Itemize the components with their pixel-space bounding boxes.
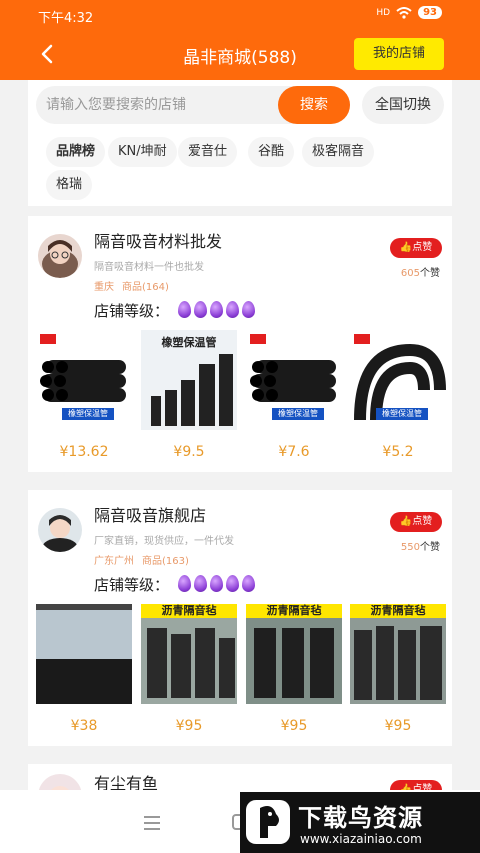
shop-card[interactable]: 隔音吸音旗舰店 厂家直销，现货供应，一件代发 广东广州 商品(163) 👍点赞 5… <box>28 490 452 746</box>
level-gem-icon <box>194 575 207 592</box>
product-item[interactable]: 橡塑保温管 ¥9.5 <box>141 330 237 460</box>
wifi-icon <box>396 6 412 19</box>
shop-level-label: 店铺等级： <box>94 302 170 320</box>
thumbs-up-icon: 👍 <box>399 242 413 253</box>
status-bar: 下午4:32 HD 93 <box>0 0 480 30</box>
product-image: 橡塑保温管 <box>36 330 132 430</box>
level-gem-icon <box>226 301 239 318</box>
product-image <box>36 604 132 704</box>
product-item[interactable]: 橡塑保温管 ¥7.6 <box>246 330 342 460</box>
like-count: 605个赞 <box>401 264 440 279</box>
product-banner: 橡塑保温管 <box>376 408 428 420</box>
product-price: ¥38 <box>70 718 98 734</box>
product-image: 橡塑保温管 <box>246 330 342 430</box>
battery-icon: 93 <box>418 6 442 19</box>
bird-logo-icon <box>246 800 290 844</box>
shop-avatar <box>38 234 82 278</box>
product-item[interactable]: 沥青隔音毡 ¥95 <box>246 604 342 734</box>
shop-description: 隔音吸音材料一件也批发 <box>94 262 204 273</box>
product-price: ¥13.62 <box>59 444 109 460</box>
shop-description: 厂家直销，现货供应，一件代发 <box>94 536 234 547</box>
nav-bar: 晶非商城(588) 我的店铺 <box>0 30 480 80</box>
level-gem-icon <box>178 575 191 592</box>
product-item[interactable]: ¥38 <box>36 604 132 734</box>
product-item[interactable]: 沥青隔音毡 ¥95 <box>350 604 446 734</box>
brand-chip-gerui[interactable]: 格瑞 <box>46 170 93 200</box>
product-price: ¥95 <box>175 718 203 734</box>
shop-card[interactable]: 隔音吸音材料批发 隔音吸音材料一件也批发 重庆 商品(164) 👍点赞 605个赞… <box>28 216 452 472</box>
product-banner: 橡塑保温管 <box>62 408 114 420</box>
product-price: ¥5.2 <box>382 444 414 460</box>
like-button-label: 点赞 <box>412 516 433 527</box>
product-price: ¥9.5 <box>173 444 205 460</box>
watermark-logo: 下载鸟资源 www.xiazainiao.com <box>240 792 480 853</box>
brand-tag-icon <box>40 334 56 344</box>
brand-chip-kn[interactable]: KN/坤耐 <box>108 137 177 167</box>
like-count-number: 550 <box>400 542 420 553</box>
product-item[interactable]: 沥青隔音毡 ¥95 <box>141 604 237 734</box>
like-count: 550个赞 <box>401 538 440 553</box>
product-banner: 橡塑保温管 <box>272 408 324 420</box>
shop-level-label: 店铺等级： <box>94 576 170 594</box>
status-time: 下午4:32 <box>38 11 94 26</box>
product-price: ¥95 <box>384 718 412 734</box>
search-input[interactable] <box>46 86 276 124</box>
menu-icon[interactable] <box>144 816 160 830</box>
level-gem-icon <box>194 301 207 318</box>
shop-level-gems <box>178 575 255 592</box>
like-count-unit: 个赞 <box>420 542 440 553</box>
shop-name[interactable]: 隔音吸音旗舰店 <box>94 502 206 526</box>
product-image: 橡塑保温管 <box>350 330 446 430</box>
main-content: 搜索 全国切换 品牌榜 KN/坤耐 爱音仕 谷酷 极客隔音 格瑞 隔音吸音材料批… <box>28 80 452 853</box>
brand-chip-guku[interactable]: 谷酷 <box>248 137 295 167</box>
shop-meta: 广东广州 商品(163) <box>94 552 197 567</box>
search-box: 搜索 <box>36 86 350 124</box>
product-image: 沥青隔音毡 <box>246 604 342 704</box>
search-button[interactable]: 搜索 <box>278 86 350 124</box>
status-icons: HD 93 <box>376 6 442 19</box>
shop-name[interactable]: 隔音吸音材料批发 <box>94 228 222 252</box>
level-gem-icon <box>178 301 191 318</box>
watermark-title: 下载鸟资源 <box>298 804 423 832</box>
my-shop-button[interactable]: 我的店铺 <box>354 38 444 70</box>
brand-chip-ranking[interactable]: 品牌榜 <box>46 137 106 167</box>
level-gem-icon <box>242 301 255 318</box>
shop-level-gems <box>178 301 255 318</box>
product-image: 沥青隔音毡 <box>350 604 446 704</box>
shop-meta: 重庆 商品(164) <box>94 278 177 293</box>
brand-tag-icon <box>354 334 370 344</box>
shop-product-count: 商品(163) <box>142 556 189 567</box>
product-image: 沥青隔音毡 <box>141 604 237 704</box>
shop-location: 重庆 <box>94 282 114 293</box>
product-item[interactable]: 橡塑保温管 ¥5.2 <box>350 330 446 460</box>
product-item[interactable]: 橡塑保温管 ¥13.62 <box>36 330 132 460</box>
brand-chip-aiyinshi[interactable]: 爱音仕 <box>178 137 238 167</box>
level-gem-icon <box>210 575 223 592</box>
like-count-unit: 个赞 <box>420 268 440 279</box>
nationwide-switch-button[interactable]: 全国切换 <box>362 86 444 124</box>
shop-product-count: 商品(164) <box>122 282 169 293</box>
thumbs-up-icon: 👍 <box>399 516 413 527</box>
level-gem-icon <box>226 575 239 592</box>
product-price: ¥7.6 <box>278 444 310 460</box>
watermark-url: www.xiazainiao.com <box>300 832 422 846</box>
product-image: 橡塑保温管 <box>141 330 237 430</box>
like-button-label: 点赞 <box>412 242 433 253</box>
shop-location: 广东广州 <box>94 556 134 567</box>
brand-chip-jike[interactable]: 极客隔音 <box>302 137 375 167</box>
shop-avatar <box>38 508 82 552</box>
like-button[interactable]: 👍点赞 <box>390 512 442 532</box>
search-panel: 搜索 全国切换 品牌榜 KN/坤耐 爱音仕 谷酷 极客隔音 格瑞 <box>28 80 452 206</box>
brand-tag-icon <box>250 334 266 344</box>
level-gem-icon <box>242 575 255 592</box>
product-price: ¥95 <box>280 718 308 734</box>
level-gem-icon <box>210 301 223 318</box>
signal-icon: HD <box>376 7 391 18</box>
like-button[interactable]: 👍点赞 <box>390 238 442 258</box>
like-count-number: 605 <box>400 268 420 279</box>
